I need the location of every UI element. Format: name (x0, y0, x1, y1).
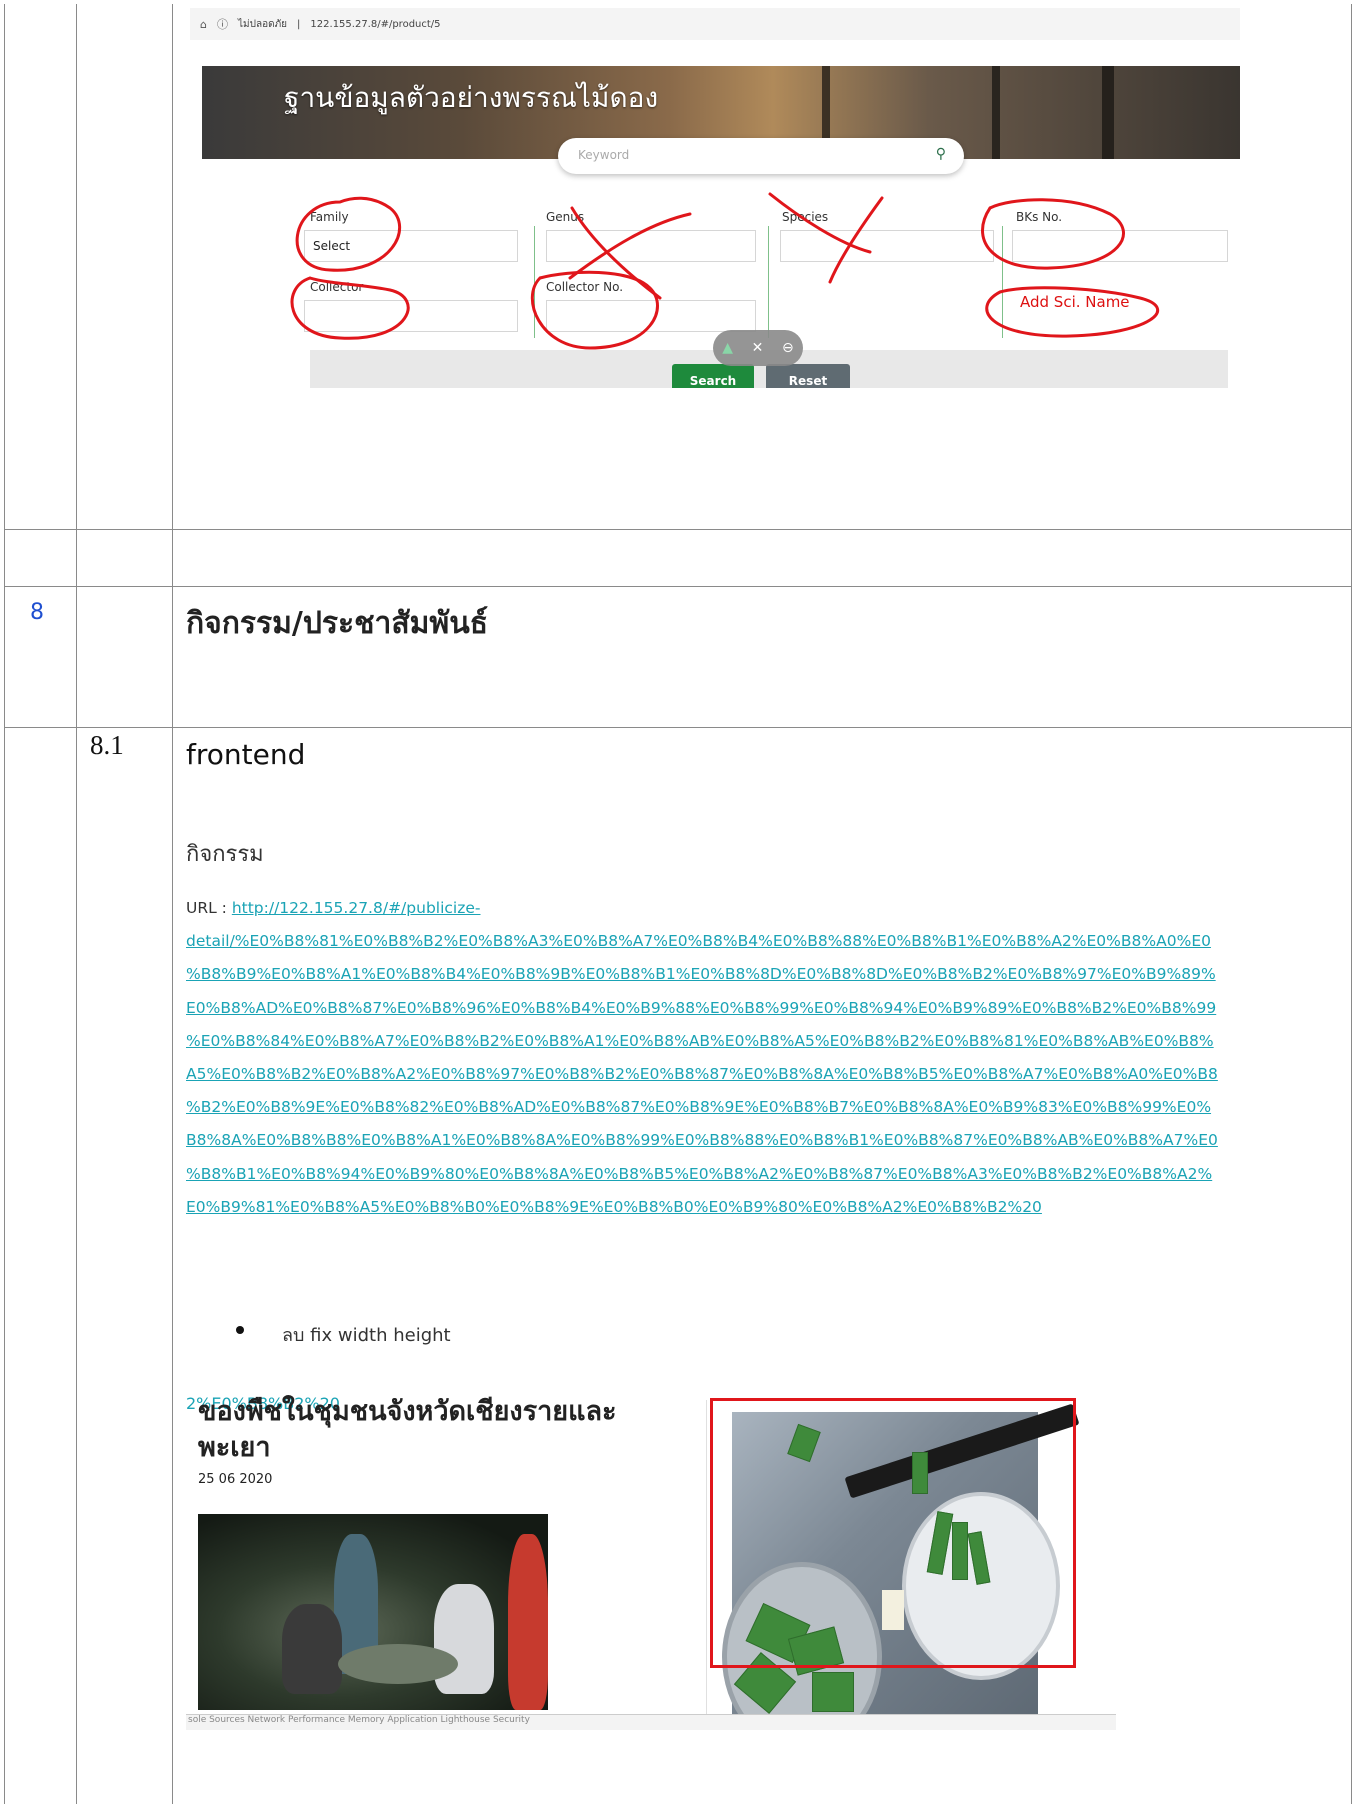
bullet-icon (236, 1326, 244, 1334)
search-button[interactable]: Search (672, 364, 754, 388)
url-link[interactable]: %B2%E0%B8%9E%E0%B8%82%E0%B8%AD%E0%B8%87%… (186, 1098, 1211, 1116)
section-title: กิจกรรม/ประชาสัมพันธ์ (186, 606, 489, 641)
collector-field[interactable] (304, 300, 518, 332)
article-title: ของพืชในชุมชนจังหวัดเชียงรายและ พะเยา (198, 1396, 617, 1463)
url-link[interactable]: B8%8A%E0%B8%B8%E0%B8%A1%E0%B8%8A%E0%B8%9… (186, 1131, 1218, 1149)
activity-detail-screenshot: 2%E0%B8%B2%20 ของพืชในชุมชนจังหวัดเชียงร… (186, 1380, 1116, 1730)
column-divider (172, 4, 173, 1804)
hero-title: ฐานข้อมูลตัวอย่างพรรณไม้ดอง (284, 81, 659, 114)
info-icon: ⓘ (216, 18, 228, 31)
url-link[interactable]: %E0%B8%84%E0%B8%A7%E0%B8%B2%E0%B8%A1%E0%… (186, 1032, 1214, 1050)
row-divider (5, 586, 1351, 587)
field-divider (534, 226, 535, 338)
floating-toolbar: ▲ ✕ ⊖ (713, 330, 803, 366)
url-link[interactable]: E0%B9%81%E0%B8%A5%E0%B8%B0%E0%B8%9E%E0%B… (186, 1198, 1042, 1216)
column-divider (76, 4, 77, 1804)
activity-photo (198, 1514, 548, 1710)
devtools-tab-bar: sole Sources Network Performance Memory … (186, 1714, 1116, 1730)
home-icon: ⌂ (200, 17, 207, 31)
genus-field[interactable] (546, 230, 756, 262)
bullet-item: ลบ fix width height (282, 1325, 451, 1346)
address-url: 122.155.27.8/#/product/5 (310, 18, 441, 30)
collector-no-label: Collector No. (546, 280, 624, 294)
species-label: Species (782, 210, 829, 224)
reset-button[interactable]: Reset (766, 364, 850, 388)
pin-icon[interactable]: ▲ (722, 340, 733, 356)
minus-circle-icon[interactable]: ⊖ (782, 340, 794, 356)
bks-no-field[interactable] (1012, 230, 1228, 262)
search-icon[interactable]: ⚲ (936, 146, 946, 162)
mute-icon[interactable]: ✕ (752, 340, 764, 356)
field-divider (768, 226, 769, 338)
activity-heading: กิจกรรม (186, 842, 264, 867)
url-label: URL : (186, 899, 232, 917)
security-label: ไม่ปลอดภัย (237, 18, 288, 30)
url-link[interactable]: http://122.155.27.8/#/publicize- (232, 899, 481, 917)
family-label: Family (310, 210, 349, 224)
species-field[interactable] (780, 230, 994, 262)
annotation-note: Add Sci. Name (1020, 293, 1130, 311)
subsection-number: 8.1 (90, 730, 124, 760)
search-form-screenshot: ⌂ ⓘ ไม่ปลอดภัย | 122.155.27.8/#/product/… (190, 8, 1240, 388)
row-divider (5, 529, 1351, 530)
url-link[interactable]: detail/%E0%B8%81%E0%B8%B2%E0%B8%A3%E0%B8… (186, 932, 1211, 950)
keyword-search-input[interactable]: Keyword ⚲ (558, 138, 964, 174)
article-date: 25 06 2020 (198, 1472, 273, 1487)
field-divider (1002, 226, 1003, 338)
url-link[interactable]: A5%E0%B8%B2%E0%B8%A2%E0%B8%97%E0%B8%B2%E… (186, 1065, 1218, 1083)
genus-label: Genus (546, 210, 585, 224)
bks-label: BKs No. (1016, 210, 1063, 224)
section-number: 8 (30, 600, 44, 625)
url-link[interactable]: %B8%B1%E0%B8%94%E0%B9%80%E0%B8%8A%E0%B8%… (186, 1165, 1212, 1183)
row-divider (5, 727, 1351, 728)
collector-no-field[interactable] (546, 300, 756, 332)
url-link[interactable]: %B8%B9%E0%B8%A1%E0%B8%B4%E0%B8%9B%E0%B8%… (186, 965, 1216, 983)
family-select[interactable]: Select (304, 230, 518, 262)
search-placeholder: Keyword (578, 148, 630, 162)
subsection-title: frontend (186, 738, 306, 771)
url-paragraph: URL : http://122.155.27.8/#/publicize- d… (186, 892, 1336, 1224)
url-link[interactable]: E0%B8%AD%E0%B8%87%E0%B8%96%E0%B8%B4%E0%B… (186, 999, 1216, 1017)
highlight-rectangle (710, 1398, 1076, 1668)
address-bar: ⌂ ⓘ ไม่ปลอดภัย | 122.155.27.8/#/product/… (190, 8, 1240, 40)
collector-label: Collector (310, 280, 364, 294)
